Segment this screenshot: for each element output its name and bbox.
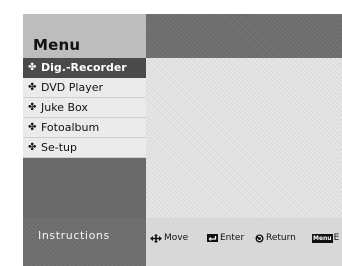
menu-item-dig-recorder[interactable]: ✤ Dig.-Recorder [23, 58, 146, 78]
four-way-arrow-icon [150, 233, 162, 243]
menu-item-dvd-player[interactable]: ✤ DVD Player [23, 78, 146, 98]
title-bar: Menu [23, 14, 342, 58]
content-area [146, 58, 342, 218]
title-bar-right [146, 14, 342, 58]
menu-item-label: Se-tup [41, 141, 77, 154]
hint-return-label: Return [266, 233, 296, 243]
menu-key-icon: Menu [312, 233, 333, 243]
hint-menu-label: E [333, 233, 340, 243]
hint-move: Move [150, 233, 188, 243]
osd-screen: Menu ✤ Dig.-Recorder ✤ DVD Player ✤ Juke… [23, 14, 342, 266]
menu-item-setup[interactable]: ✤ Se-tup [23, 138, 146, 158]
diamond-bullet-icon: ✤ [28, 62, 37, 73]
instructions-label: Instructions [38, 229, 110, 242]
diamond-bullet-icon: ✤ [28, 142, 37, 153]
menu-title: Menu [33, 36, 81, 54]
enter-key-icon [207, 234, 218, 242]
hint-return: Return [255, 233, 296, 243]
hint-move-label: Move [164, 233, 189, 243]
instructions-bar: Instructions Move Enter Return Menu E [23, 218, 342, 266]
hint-menu: Menu E [312, 233, 339, 243]
menu-item-label: Dig.-Recorder [41, 61, 127, 74]
hint-enter: Enter [207, 233, 244, 243]
return-circle-icon [255, 234, 264, 242]
menu-item-fotoalbum[interactable]: ✤ Fotoalbum [23, 118, 146, 138]
menu-item-label: Fotoalbum [41, 121, 100, 134]
diamond-bullet-icon: ✤ [28, 122, 37, 133]
menu-panel: ✤ Dig.-Recorder ✤ DVD Player ✤ Juke Box … [23, 58, 146, 218]
menu-item-label: DVD Player [41, 81, 103, 94]
diamond-bullet-icon: ✤ [28, 82, 37, 93]
menu-item-juke-box[interactable]: ✤ Juke Box [23, 98, 146, 118]
instructions-box: Instructions [23, 218, 146, 266]
menu-item-label: Juke Box [41, 101, 88, 114]
diamond-bullet-icon: ✤ [28, 102, 37, 113]
hint-enter-label: Enter [220, 233, 245, 243]
